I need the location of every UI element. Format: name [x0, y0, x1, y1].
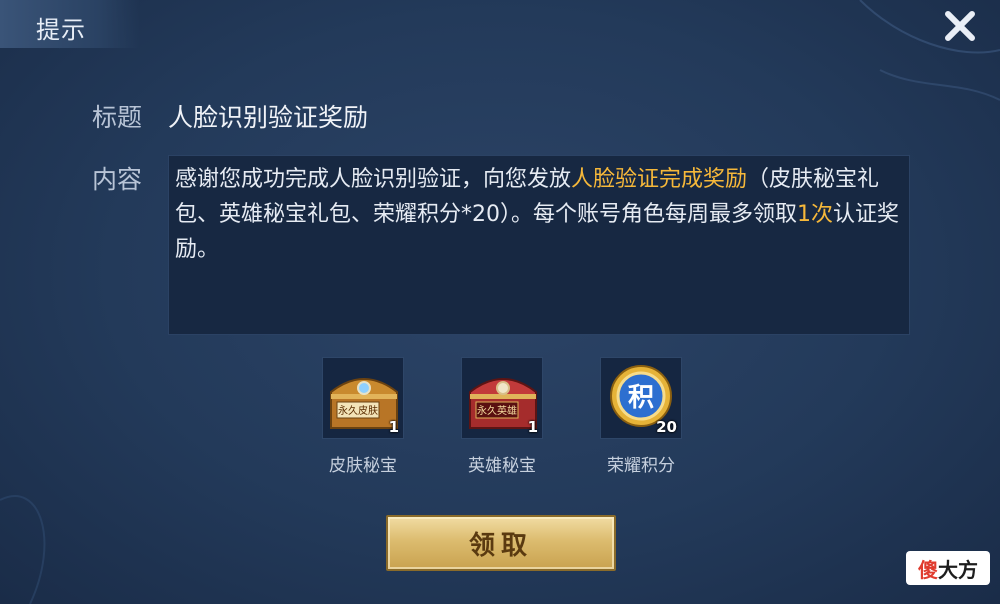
reward-slot: 积 20 — [600, 357, 682, 439]
hero-chest-label: 永久英雄 — [477, 404, 517, 417]
claim-button[interactable]: 领取 — [386, 515, 616, 571]
reward-name: 荣耀积分 — [607, 456, 675, 476]
skin-chest-label: 永久皮肤 — [338, 404, 378, 417]
honor-coin-label: 积 — [628, 383, 654, 413]
content-text: 感谢您成功完成人脸识别验证，向您发放人脸验证完成奖励（皮肤秘宝礼包、英雄秘宝礼包… — [175, 162, 900, 267]
close-icon — [945, 11, 975, 41]
reward-slot: 永久英雄 1 — [461, 357, 543, 439]
claim-button-label: 领取 — [468, 530, 533, 561]
reward-count: 20 — [656, 418, 677, 436]
reward-count: 1 — [388, 418, 399, 436]
watermark-part1: 傻 — [918, 557, 938, 582]
reward-item-skin[interactable]: 永久皮肤 1 皮肤秘宝 — [322, 357, 404, 476]
watermark-part2: 大方 — [938, 557, 978, 582]
reward-item-hero[interactable]: 永久英雄 1 英雄秘宝 — [461, 357, 543, 476]
reward-item-honor[interactable]: 积 20 荣耀积分 — [600, 357, 682, 476]
close-button[interactable] — [940, 6, 980, 46]
content-label: 内容 — [92, 165, 143, 194]
title-value: 人脸识别验证奖励 — [168, 103, 369, 132]
reward-slot: 永久皮肤 1 — [322, 357, 404, 439]
title-label: 标题 — [92, 103, 143, 132]
content-highlight: 1次 — [797, 202, 833, 227]
content-segment: 感谢您成功完成人脸识别验证，向您发放 — [175, 167, 572, 192]
reward-count: 1 — [527, 418, 538, 436]
reward-name: 英雄秘宝 — [468, 456, 536, 476]
watermark-logo: 傻大方 — [906, 551, 990, 585]
reward-name: 皮肤秘宝 — [329, 456, 397, 476]
dialog-title: 提示 — [36, 16, 86, 44]
content-highlight: 人脸验证完成奖励 — [571, 167, 748, 192]
